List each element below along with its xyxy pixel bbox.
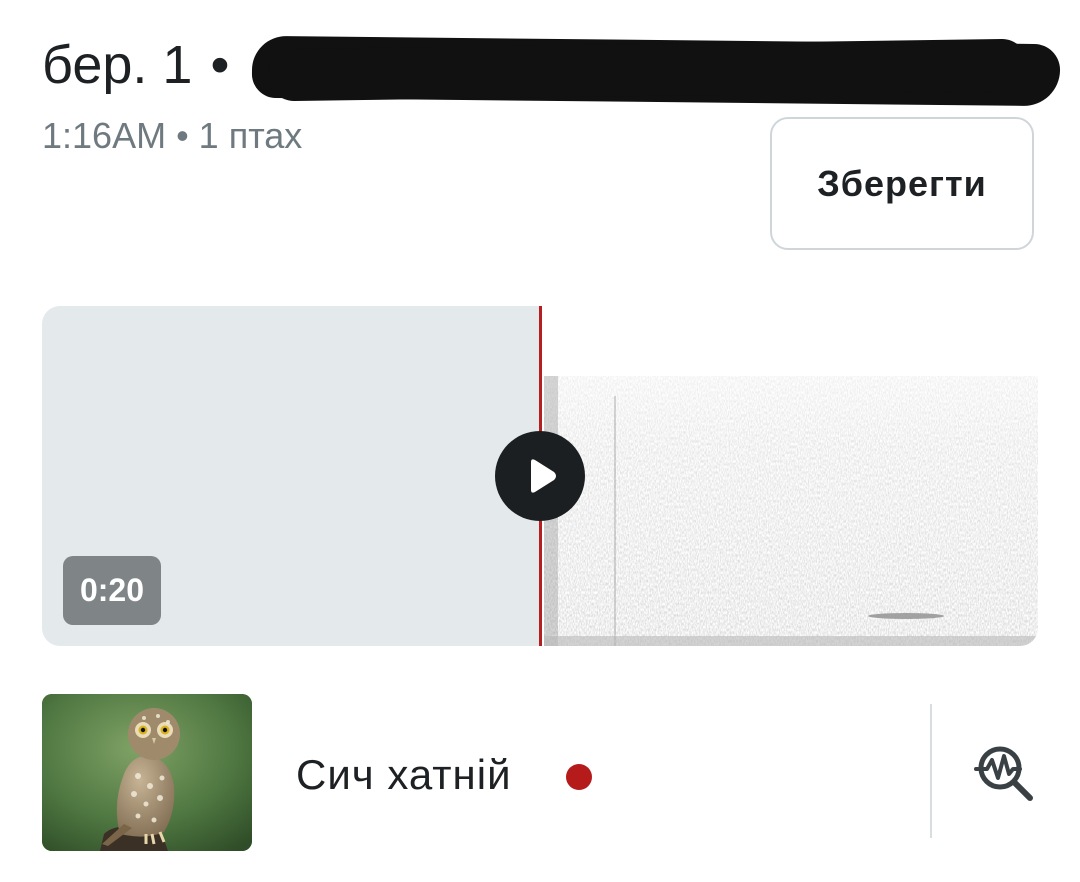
recording-date: бер. 1 xyxy=(42,35,193,95)
recording-subtitle: 1:16AM • 1 птах xyxy=(42,115,303,156)
species-name: Сич хатній xyxy=(296,751,512,798)
spectrogram-search-icon xyxy=(974,746,1033,801)
owl-photo xyxy=(42,694,252,851)
species-list-item[interactable]: Сич хатній xyxy=(0,690,1080,855)
title-separator: • xyxy=(210,35,230,95)
play-button[interactable] xyxy=(495,431,585,521)
elapsed-time-badge: 0:20 xyxy=(63,556,161,625)
spectrogram-search-button[interactable] xyxy=(974,742,1036,804)
divider xyxy=(930,704,932,838)
recording-title: бер. 1 • xyxy=(42,30,229,100)
redaction-mark-overlay xyxy=(267,38,1029,102)
detection-status-dot xyxy=(566,764,592,790)
save-button[interactable]: Зберегти xyxy=(770,117,1034,250)
play-icon xyxy=(531,459,556,493)
audio-player[interactable]: 0:20 xyxy=(42,306,1038,646)
species-thumbnail xyxy=(42,694,252,851)
spectrogram xyxy=(544,376,1038,646)
